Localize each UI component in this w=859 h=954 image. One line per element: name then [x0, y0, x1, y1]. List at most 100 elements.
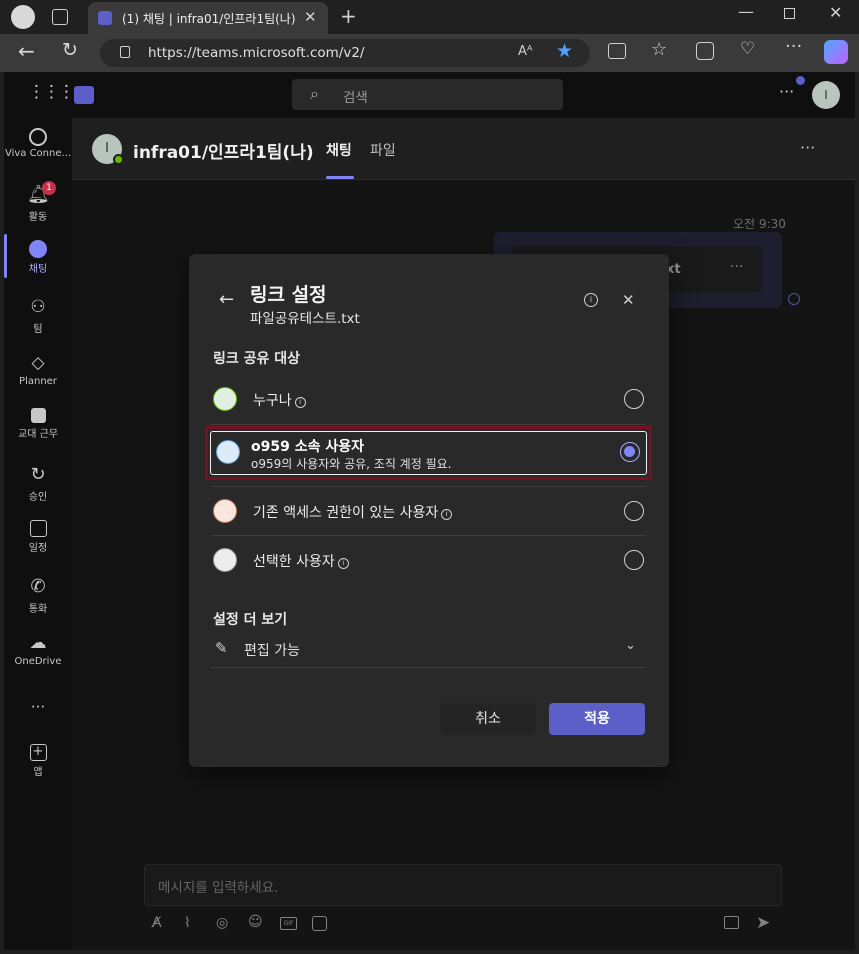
tab-chat[interactable]: 채팅 [326, 140, 352, 160]
rail-item-label: 교대 근무 [18, 429, 58, 440]
option-existing-access[interactable]: 기존 액세스 권한이 있는 사용자 i [211, 487, 646, 535]
teams-favicon-icon [98, 11, 112, 25]
rail-item-teams[interactable]: ⚇ 팀 [4, 296, 72, 346]
search-box[interactable]: ⌕ 검색 [292, 79, 563, 110]
close-window-icon[interactable]: ✕ [829, 3, 842, 22]
pencil-icon: ✎ [215, 639, 228, 657]
minimize-icon[interactable]: — [738, 2, 754, 21]
option-label: 선택한 사용자 i [253, 551, 349, 571]
divider [211, 424, 646, 425]
option-specific-people[interactable]: 선택한 사용자 i [211, 536, 646, 584]
copilot-icon[interactable] [824, 40, 848, 64]
new-tab-icon[interactable]: + [340, 4, 357, 28]
app-rail: Viva Conne... 🔔︎ 활동 1 채팅 ⚇ 팀 ◇ Planner 교… [4, 118, 72, 950]
teams-icon: ⚇ [30, 297, 46, 317]
info-icon[interactable]: i [294, 397, 306, 408]
tab-actions-icon[interactable] [52, 9, 68, 25]
planner-icon: ◇ [31, 353, 45, 373]
apply-button[interactable]: 적용 [549, 703, 645, 735]
activity-badge: 1 [42, 181, 56, 195]
refresh-icon[interactable]: ↻ [62, 39, 78, 61]
rail-item-chat[interactable]: 채팅 [4, 240, 72, 290]
option-org-users[interactable]: o959 소속 사용자 o959의 사용자와 공유, 조직 계정 필요. [210, 431, 647, 475]
browser-tab-bar: (1) 채팅 | infra01/인프라1팀(나) | ✕ + — ✕ [0, 0, 859, 34]
globe-icon [213, 387, 237, 411]
dialog-title: 링크 설정 [250, 284, 327, 306]
rail-item-label: 일정 [28, 543, 48, 554]
chat-more-icon[interactable]: ··· [800, 138, 815, 157]
info-icon[interactable]: i [337, 558, 349, 569]
rail-item-approvals[interactable]: ↻ 승인 [4, 464, 72, 514]
selected-highlight: o959 소속 사용자 o959의 사용자와 공유, 조직 계정 필요. [205, 426, 652, 480]
share-target-heading: 링크 공유 대상 [213, 351, 301, 367]
rail-item-activity[interactable]: 🔔︎ 활동 1 [4, 181, 72, 234]
radio-existing-access[interactable] [624, 501, 644, 521]
close-tab-icon[interactable]: ✕ [304, 8, 317, 26]
cancel-button[interactable]: 취소 [440, 703, 536, 735]
calendar-icon [29, 520, 47, 537]
teams-top-bar: ⋮⋮⋮ ⌕ 검색 ··· I [4, 72, 855, 118]
rail-item-label: Planner [19, 376, 57, 387]
people-add-icon [213, 548, 237, 572]
radio-specific-people[interactable] [624, 550, 644, 570]
back-icon[interactable]: ← [18, 39, 35, 63]
presence-available-icon [113, 154, 124, 165]
read-aloud-icon[interactable]: Aᴬ [518, 44, 533, 59]
more-options-icon[interactable]: ··· [779, 82, 794, 101]
close-dialog-icon[interactable]: ✕ [622, 291, 635, 309]
chevron-down-icon: ⌄ [625, 638, 636, 653]
rail-item-label: 승인 [28, 492, 48, 503]
rail-more-apps[interactable]: ··· [4, 696, 72, 720]
shifts-icon [30, 408, 46, 423]
user-avatar[interactable]: I [812, 81, 840, 109]
rail-item-label: 앱 [33, 767, 43, 778]
viva-icon [29, 128, 47, 146]
search-icon: ⌕ [310, 84, 319, 103]
app-launcher-icon[interactable]: ⋮⋮⋮ [28, 82, 75, 102]
search-placeholder: 검색 [343, 90, 368, 106]
active-browser-tab[interactable]: (1) 채팅 | infra01/인프라1팀(나) | ✕ [88, 2, 328, 34]
rail-item-planner[interactable]: ◇ Planner [4, 352, 72, 402]
rail-item-calendar[interactable]: 일정 [4, 520, 72, 570]
lock-icon [120, 46, 130, 58]
teams-logo-icon [74, 86, 94, 104]
option-anyone[interactable]: 누구나 i [211, 375, 646, 423]
dialog-file-name: 파일공유테스트.txt [250, 311, 360, 327]
rail-item-viva[interactable]: Viva Conne... [4, 128, 72, 178]
radio-org-users[interactable] [620, 442, 640, 462]
profile-avatar[interactable] [11, 5, 35, 29]
rail-item-onedrive[interactable]: ☁︎ OneDrive [4, 632, 72, 682]
permission-dropdown[interactable]: ✎ 편집 가능 ⌄ [211, 632, 646, 668]
more-browser-icon[interactable]: ··· [785, 36, 802, 57]
favorite-star-icon[interactable]: ★ [556, 40, 573, 62]
option-label: o959 소속 사용자 [251, 439, 364, 455]
phone-icon: ✆ [30, 576, 46, 597]
favorites-icon[interactable]: ☆ [651, 39, 667, 60]
collections-icon[interactable] [696, 42, 714, 60]
back-arrow-icon[interactable]: ← [219, 289, 234, 310]
cloud-icon: ☁︎ [29, 633, 47, 653]
rail-item-shifts[interactable]: 교대 근무 [4, 408, 72, 458]
rail-item-label: OneDrive [14, 656, 62, 667]
more-settings-heading: 설정 더 보기 [213, 612, 288, 628]
notification-dot [796, 76, 805, 85]
url-field[interactable]: https://teams.microsoft.com/v2/ Aᴬ ★ [100, 39, 590, 67]
tab-active-indicator [326, 176, 354, 179]
split-screen-icon[interactable] [608, 43, 626, 59]
performance-icon[interactable]: ♡ [740, 39, 755, 59]
rail-item-calls[interactable]: ✆ 통화 [4, 576, 72, 626]
chat-title: infra01/인프라1팀(나) [133, 143, 314, 163]
tab-files[interactable]: 파일 [370, 140, 396, 160]
option-label: 기존 액세스 권한이 있는 사용자 i [253, 502, 453, 522]
rail-item-label: 통화 [28, 604, 48, 615]
info-icon[interactable]: i [584, 293, 598, 307]
radio-anyone[interactable] [624, 389, 644, 409]
chat-icon [29, 240, 47, 258]
rail-item-apps[interactable]: + 앱 [4, 744, 72, 794]
info-icon[interactable]: i [441, 509, 453, 520]
rail-item-label: Viva Conne... [4, 148, 72, 159]
rail-item-label: 활동 [28, 212, 48, 223]
maximize-icon[interactable] [784, 8, 795, 19]
chat-header: I infra01/인프라1팀(나) 채팅 파일 ··· [72, 118, 855, 180]
link-settings-dialog: ← 링크 설정 파일공유테스트.txt i ✕ 링크 공유 대상 누구나 i o9… [189, 254, 669, 767]
